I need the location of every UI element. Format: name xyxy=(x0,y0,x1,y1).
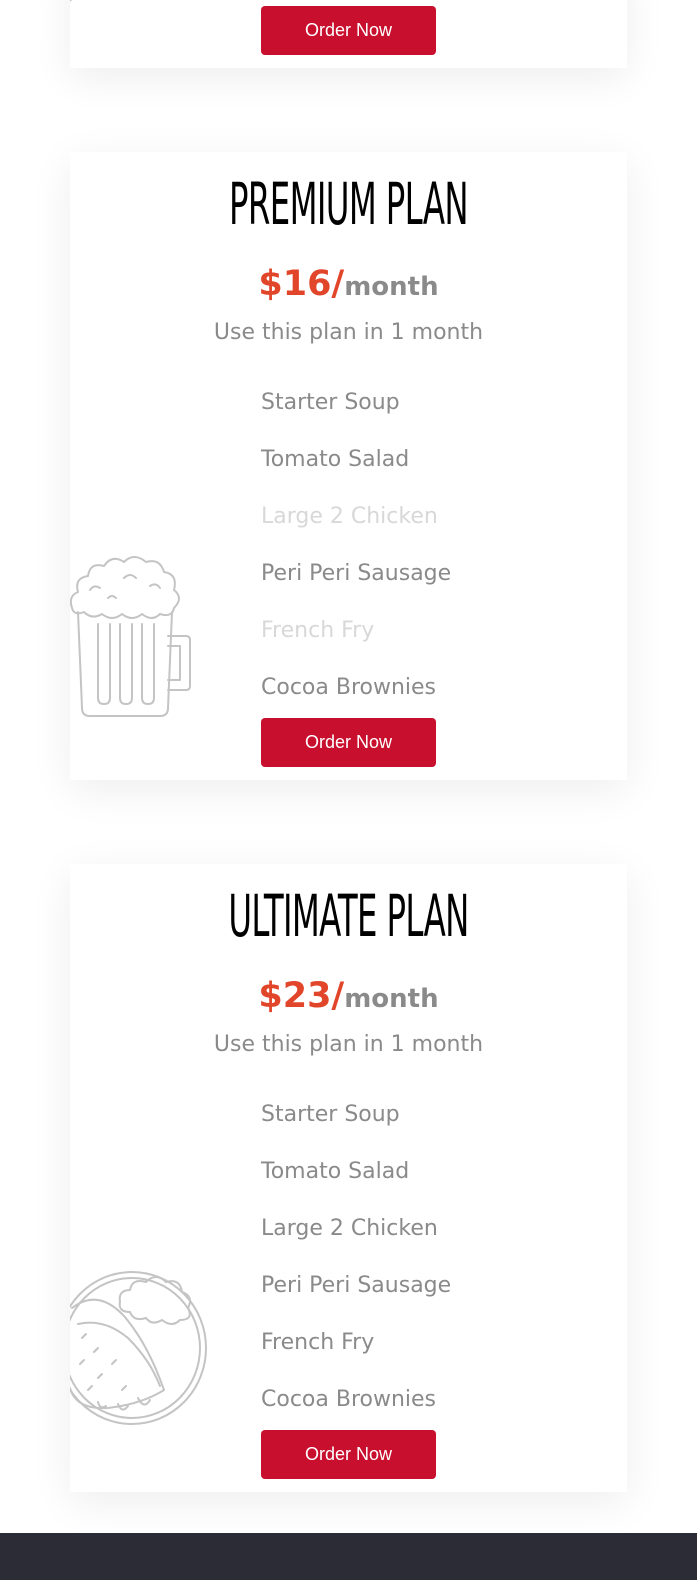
pricing-card-ultimate: ULTIMATE PLAN $23/month Use this plan in… xyxy=(70,864,627,1492)
feature-item-unavailable: French Fry xyxy=(261,618,375,643)
plan-period: month xyxy=(344,272,439,302)
pricing-card-premium: PREMIUM PLAN $16/month Use this plan in … xyxy=(70,152,627,780)
order-now-button[interactable]: Order Now xyxy=(261,1430,436,1479)
beer-mug-icon xyxy=(70,556,191,717)
price-line: $23/month xyxy=(70,976,627,1016)
feature-item: Large 2 Chicken xyxy=(261,1216,438,1241)
order-now-button[interactable]: Order Now xyxy=(261,718,436,767)
feature-item: Tomato Salad xyxy=(261,447,410,472)
feature-list: Starter Soup Tomato Salad Large 2 Chicke… xyxy=(261,1097,451,1439)
feature-item: Starter Soup xyxy=(261,1102,400,1127)
feature-list: Starter Soup Tomato Salad Large 2 Chicke… xyxy=(261,385,451,727)
plan-duration: Use this plan in 1 month xyxy=(213,320,484,345)
plan-title: ULTIMATE PLAN xyxy=(228,882,469,950)
site-footer xyxy=(0,1533,697,1580)
price-line: $16/month xyxy=(70,264,627,304)
plan-period: month xyxy=(344,984,439,1014)
taco-plate-icon xyxy=(70,1271,207,1425)
feature-item-unavailable: Large 2 Chicken xyxy=(261,504,438,529)
feature-item: French Fry xyxy=(261,1330,375,1355)
plan-duration: Use this plan in 1 month xyxy=(213,1032,484,1057)
pricing-card-previous: Order Now xyxy=(70,0,627,68)
feature-item: Peri Peri Sausage xyxy=(261,1273,452,1298)
feature-item: Starter Soup xyxy=(261,390,400,415)
order-now-button[interactable]: Order Now xyxy=(261,6,436,55)
plan-price: $23/ xyxy=(258,976,345,1016)
plan-price: $16/ xyxy=(258,264,345,304)
plan-title: PREMIUM PLAN xyxy=(229,170,469,238)
feature-item: Peri Peri Sausage xyxy=(261,561,452,586)
plate-doodle-icon xyxy=(70,0,73,2)
feature-item: Tomato Salad xyxy=(261,1159,410,1184)
